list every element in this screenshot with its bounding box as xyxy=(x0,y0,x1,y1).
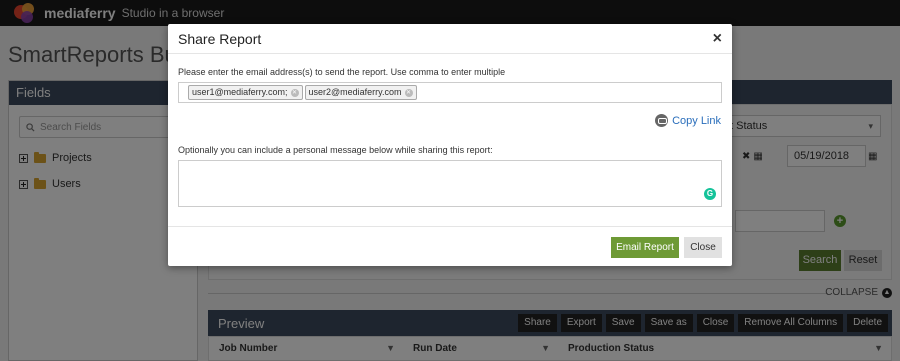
message-instruction: Optionally you can include a personal me… xyxy=(178,145,493,155)
copy-link-label: Copy Link xyxy=(672,114,721,127)
close-dialog-button[interactable]: Close xyxy=(684,237,722,258)
email-report-button[interactable]: Email Report xyxy=(611,237,679,258)
grammarly-icon[interactable]: G xyxy=(704,188,716,200)
email-instruction: Please enter the email address(s) to sen… xyxy=(178,67,506,77)
copy-link-button[interactable]: Copy Link xyxy=(655,114,721,127)
remove-tag-icon[interactable]: ✕ xyxy=(404,88,413,97)
email-tag: user1@mediaferry.com; ✕ xyxy=(188,85,303,100)
share-report-dialog: Share Report × Please enter the email ad… xyxy=(168,24,732,266)
email-tag: user2@mediaferry.com ✕ xyxy=(304,85,417,100)
dialog-title: Share Report xyxy=(178,30,262,47)
email-tag-label: user2@mediaferry.com xyxy=(308,87,402,97)
close-icon[interactable]: × xyxy=(713,30,722,48)
personal-message-textarea[interactable]: G xyxy=(178,160,722,207)
email-tag-label: user1@mediaferry.com; xyxy=(192,87,288,97)
link-icon xyxy=(655,114,669,127)
dialog-footer: Email Report Close xyxy=(168,226,732,266)
remove-tag-icon[interactable]: ✕ xyxy=(290,88,299,97)
email-recipients-input[interactable]: user1@mediaferry.com; ✕ user2@mediaferry… xyxy=(178,82,722,103)
dialog-header: Share Report × xyxy=(168,24,732,54)
